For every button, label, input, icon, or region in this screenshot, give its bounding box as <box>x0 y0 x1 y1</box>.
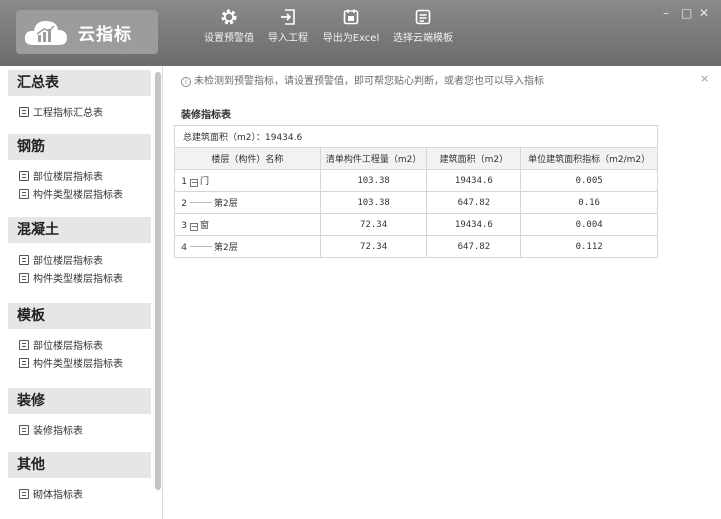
row-name-cell: 2 第2层 <box>174 191 321 214</box>
row-name: 窗 <box>200 221 210 231</box>
column-header-unit-index: 单位建筑面积指标（m2/m2） <box>520 147 658 170</box>
row-name: 第2层 <box>214 243 238 253</box>
close-button[interactable]: ✕ <box>699 6 709 20</box>
sidebar-item-concrete-component-floor[interactable]: 构件类型楼层指标表 <box>19 272 123 288</box>
row-building-area: 647.82 <box>426 191 522 214</box>
row-name-cell: 4 第2层 <box>174 235 321 258</box>
import-icon <box>281 9 295 25</box>
row-unit-index: 0.112 <box>520 235 658 258</box>
sidebar-item-project-index-summary[interactable]: 工程指标汇总表 <box>19 106 103 122</box>
row-quantity: 103.38 <box>319 191 428 214</box>
sidebar-item-label: 部位楼层指标表 <box>33 256 103 267</box>
row-quantity: 72.34 <box>319 213 428 236</box>
sidebar-item-label: 砌体指标表 <box>33 490 83 501</box>
sidebar-item-masonry-index[interactable]: 砌体指标表 <box>19 488 83 504</box>
document-icon <box>19 189 29 199</box>
document-icon <box>19 107 29 117</box>
row-quantity: 103.38 <box>319 169 428 192</box>
table-row[interactable]: 3− 窗 72.34 19434.6 0.004 <box>174 213 658 236</box>
table-header-row: 楼层（构件）名称 清单构件工程量（m2） 建筑面积（m2） 单位建筑面积指标（m… <box>174 147 658 170</box>
maximize-button[interactable]: □ <box>681 6 692 20</box>
row-number: 4 <box>181 243 187 253</box>
title-bar: 云指标 设置预警值 导入工程 导出为Excel 选择云端模板 – □ ✕ <box>0 0 721 66</box>
document-icon <box>19 340 29 350</box>
row-unit-index: 0.16 <box>520 191 658 214</box>
export-excel-icon <box>343 9 359 25</box>
notice-text: 未检测到预警指标，请设置预警值，即可帮您贴心判断，或者您也可以导入指标 <box>194 76 544 87</box>
sidebar-item-label: 构件类型楼层指标表 <box>33 359 123 370</box>
row-number: 3 <box>181 221 187 231</box>
app-logo: 云指标 <box>16 10 158 54</box>
collapse-toggle-icon[interactable]: − <box>190 179 198 187</box>
row-quantity: 72.34 <box>319 235 428 258</box>
warning-notice: i 未检测到预警指标，请设置预警值，即可帮您贴心判断，或者您也可以导入指标 <box>181 72 544 87</box>
row-name-cell: 3− 窗 <box>174 213 321 236</box>
template-icon <box>415 9 431 25</box>
row-number: 1 <box>181 177 187 187</box>
column-header-building-area: 建筑面积（m2） <box>426 147 522 170</box>
select-cloud-template-button[interactable]: 选择云端模板 <box>390 8 456 58</box>
column-header-quantity: 清单构件工程量（m2） <box>319 147 428 170</box>
export-excel-button[interactable]: 导出为Excel <box>318 8 384 58</box>
row-name: 门 <box>200 177 210 187</box>
decoration-index-table: 总建筑面积（m2）：19434.6 楼层（构件）名称 清单构件工程量（m2） 建… <box>174 125 658 258</box>
sidebar-section-decoration[interactable]: 装修 <box>8 388 151 414</box>
column-header-name: 楼层（构件）名称 <box>174 147 321 170</box>
sidebar-item-decoration-index[interactable]: 装修指标表 <box>19 424 83 440</box>
table-row[interactable]: 1− 门 103.38 19434.6 0.005 <box>174 169 658 192</box>
sidebar-section-concrete[interactable]: 混凝土 <box>8 217 151 243</box>
table-row[interactable]: 4 第2层 72.34 647.82 0.112 <box>174 235 658 258</box>
table-title: 装修指标表 <box>181 110 231 121</box>
row-number: 2 <box>181 199 187 209</box>
sidebar-item-label: 构件类型楼层指标表 <box>33 190 123 201</box>
document-icon <box>19 358 29 368</box>
import-project-button[interactable]: 导入工程 <box>264 8 312 58</box>
set-warning-button[interactable]: 设置预警值 <box>200 8 258 58</box>
sidebar-item-label: 工程指标汇总表 <box>33 108 103 119</box>
row-name: 第2层 <box>214 199 238 209</box>
sidebar-item-concrete-location-floor[interactable]: 部位楼层指标表 <box>19 254 103 270</box>
sidebar-section-other[interactable]: 其他 <box>8 452 151 478</box>
document-icon <box>19 489 29 499</box>
sidebar-item-label: 部位楼层指标表 <box>33 172 103 183</box>
row-building-area: 647.82 <box>426 235 522 258</box>
total-area-row: 总建筑面积（m2）：19434.6 <box>174 125 658 148</box>
document-icon <box>19 171 29 181</box>
sidebar-item-label: 构件类型楼层指标表 <box>33 274 123 285</box>
row-unit-index: 0.005 <box>520 169 658 192</box>
set-warning-label: 设置预警值 <box>204 33 254 44</box>
document-icon <box>19 255 29 265</box>
sidebar-section-summary[interactable]: 汇总表 <box>8 70 151 96</box>
total-area-label: 总建筑面积（m2）：19434.6 <box>174 125 658 148</box>
sidebar-section-rebar[interactable]: 钢筋 <box>8 134 151 160</box>
app-title: 云指标 <box>78 25 132 45</box>
cloud-chart-icon <box>24 21 67 45</box>
sidebar-item-label: 装修指标表 <box>33 426 83 437</box>
tree-branch-line <box>190 246 212 247</box>
row-building-area: 19434.6 <box>426 213 522 236</box>
collapse-toggle-icon[interactable]: − <box>190 223 198 231</box>
import-project-label: 导入工程 <box>268 33 308 44</box>
sidebar-item-label: 部位楼层指标表 <box>33 341 103 352</box>
gear-icon <box>221 9 237 25</box>
row-name-cell: 1− 门 <box>174 169 321 192</box>
info-icon: i <box>181 77 191 87</box>
table-row[interactable]: 2 第2层 103.38 647.82 0.16 <box>174 191 658 214</box>
notice-close-icon[interactable]: × <box>700 72 709 85</box>
sidebar-item-formwork-component-floor[interactable]: 构件类型楼层指标表 <box>19 357 123 373</box>
select-cloud-template-label: 选择云端模板 <box>393 33 453 44</box>
sidebar-item-rebar-component-floor[interactable]: 构件类型楼层指标表 <box>19 188 123 204</box>
tree-branch-line <box>190 202 212 203</box>
document-icon <box>19 425 29 435</box>
export-excel-label: 导出为Excel <box>322 33 380 44</box>
document-icon <box>19 273 29 283</box>
sidebar-item-rebar-location-floor[interactable]: 部位楼层指标表 <box>19 170 103 186</box>
row-unit-index: 0.004 <box>520 213 658 236</box>
sidebar-item-formwork-location-floor[interactable]: 部位楼层指标表 <box>19 339 103 355</box>
sidebar-scrollbar[interactable] <box>155 72 161 490</box>
row-building-area: 19434.6 <box>426 169 522 192</box>
minimize-button[interactable]: – <box>663 6 669 20</box>
sidebar-section-formwork[interactable]: 模板 <box>8 303 151 329</box>
